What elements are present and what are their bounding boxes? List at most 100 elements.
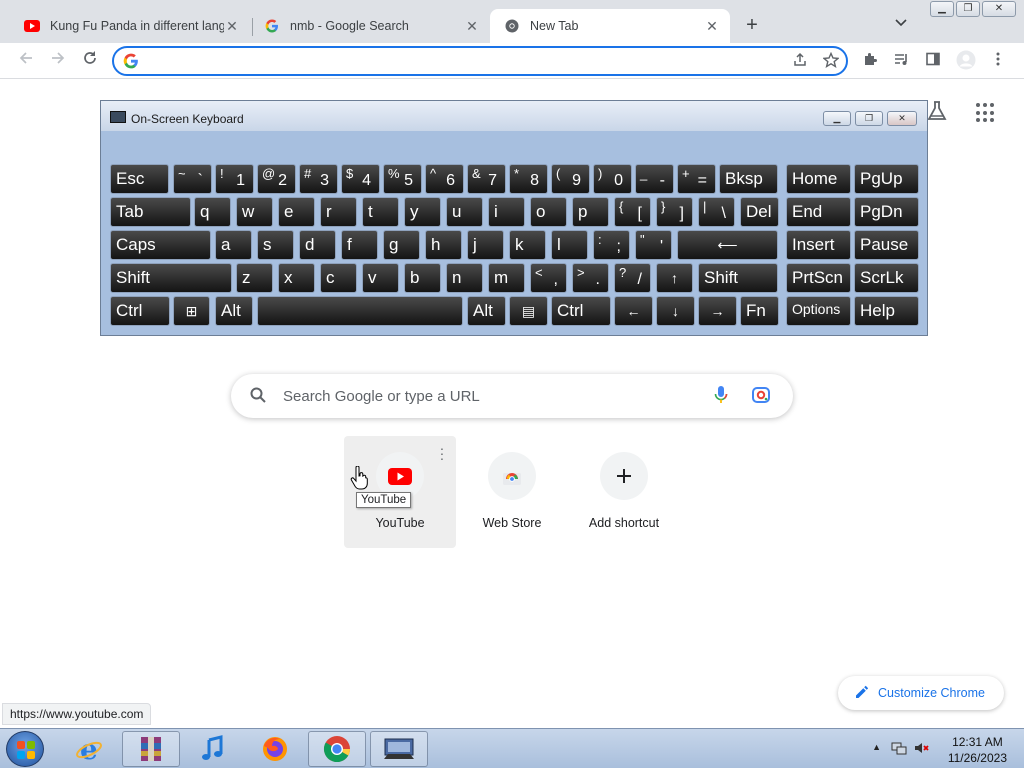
osk-key-p[interactable]: p xyxy=(572,197,609,227)
osk-key-x[interactable]: x xyxy=(278,263,315,293)
osk-key-7[interactable]: & 7 xyxy=(467,164,506,194)
osk-key-6[interactable]: ^ 6 xyxy=(425,164,464,194)
osk-key-9[interactable]: (9 xyxy=(551,164,590,194)
ntp-search-box[interactable]: Search Google or type a URL xyxy=(231,374,793,418)
chrome-menu-icon[interactable] xyxy=(988,51,1008,71)
osk-key-sym-2-12[interactable]: ⟵ xyxy=(677,230,778,260)
new-tab-button[interactable]: + xyxy=(740,14,764,38)
osk-key-sym-4-7[interactable]: ← xyxy=(614,296,653,326)
osk-key-f[interactable]: f xyxy=(341,230,378,260)
osk-restore-icon[interactable]: ❐ xyxy=(855,111,883,126)
google-lens-icon[interactable] xyxy=(751,385,775,408)
tab-search-chevron-icon[interactable] xyxy=(895,16,907,30)
osk-key-r[interactable]: r xyxy=(320,197,357,227)
osk-key-sym-1-13[interactable]: | \ xyxy=(698,197,735,227)
osk-key-home[interactable]: Home xyxy=(786,164,851,194)
osk-key-k[interactable]: k xyxy=(509,230,546,260)
osk-key-help[interactable]: Help xyxy=(854,296,919,326)
osk-key-sym-1-11[interactable]: {[ xyxy=(614,197,651,227)
osk-key-shift[interactable]: Shift xyxy=(698,263,778,293)
osk-key-l[interactable]: l xyxy=(551,230,588,260)
osk-key-h[interactable]: h xyxy=(425,230,462,260)
osk-key-options[interactable]: Options xyxy=(786,296,851,326)
osk-key-insert[interactable]: Insert xyxy=(786,230,851,260)
osk-key-e[interactable]: e xyxy=(278,197,315,227)
close-tab-icon[interactable]: ✕ xyxy=(224,18,240,35)
osk-key-i[interactable]: i xyxy=(488,197,525,227)
shortcut-web-store[interactable]: Web Store xyxy=(456,436,568,548)
osk-key-ctrl[interactable]: Ctrl xyxy=(551,296,611,326)
osk-key-fn[interactable]: Fn xyxy=(740,296,779,326)
osk-key-t[interactable]: t xyxy=(362,197,399,227)
osk-key-8[interactable]: * 8 xyxy=(509,164,548,194)
extensions-puzzle-icon[interactable] xyxy=(860,51,880,71)
osk-key-shift[interactable]: Shift xyxy=(110,263,232,293)
osk-key-5[interactable]: % 5 xyxy=(383,164,422,194)
google-apps-grid-icon[interactable] xyxy=(976,103,996,123)
osk-key-m[interactable]: m xyxy=(488,263,525,293)
back-arrow-icon[interactable] xyxy=(14,49,38,73)
osk-key-end[interactable]: End xyxy=(786,197,851,227)
osk-key-q[interactable]: q xyxy=(194,197,231,227)
osk-key-sym-3-10[interactable]: ? / xyxy=(614,263,651,293)
voice-search-mic-icon[interactable] xyxy=(713,385,737,408)
osk-key-tab[interactable]: Tab xyxy=(110,197,191,227)
osk-key-o[interactable]: o xyxy=(530,197,567,227)
customize-chrome-button[interactable]: Customize Chrome xyxy=(838,676,1004,710)
osk-key-bksp[interactable]: Bksp xyxy=(719,164,778,194)
osk-key-sym-4-9[interactable]: → xyxy=(698,296,737,326)
osk-key-b[interactable]: b xyxy=(404,263,441,293)
internet-explorer-icon[interactable]: e xyxy=(60,731,118,767)
osk-key-ctrl[interactable]: Ctrl xyxy=(110,296,170,326)
address-bar[interactable] xyxy=(112,46,848,76)
osk-key-2[interactable]: @2 xyxy=(257,164,296,194)
osk-key-sym-2-11[interactable]: " ' xyxy=(635,230,672,260)
osk-key-sym-2-10[interactable]: :; xyxy=(593,230,630,260)
osk-key-u[interactable]: u xyxy=(446,197,483,227)
media-queue-icon[interactable] xyxy=(891,51,911,71)
volume-muted-icon[interactable] xyxy=(913,740,929,759)
start-button-windows-icon[interactable] xyxy=(6,731,44,767)
chrome-taskbar-icon[interactable] xyxy=(308,731,366,767)
osk-key-a[interactable]: a xyxy=(215,230,252,260)
osk-title-bar[interactable]: On-Screen Keyboard ▁ ❐ ✕ xyxy=(101,101,927,131)
osk-key-z[interactable]: z xyxy=(236,263,273,293)
forward-arrow-icon[interactable] xyxy=(46,49,70,73)
osk-key-sym-1-12[interactable]: }] xyxy=(656,197,693,227)
osk-key-1[interactable]: ! 1 xyxy=(215,164,254,194)
osk-key-pgdn[interactable]: PgDn xyxy=(854,197,919,227)
reload-icon[interactable] xyxy=(78,49,102,73)
close-tab-icon[interactable]: ✕ xyxy=(704,18,720,35)
osk-key-scrlk[interactable]: ScrLk xyxy=(854,263,919,293)
close-window-icon[interactable]: ✕ xyxy=(982,1,1016,17)
winrar-archive-icon[interactable] xyxy=(122,731,180,767)
osk-key-sym-4-1[interactable]: ⊞ xyxy=(173,296,210,326)
osk-key-space[interactable] xyxy=(257,296,463,326)
osk-key-n[interactable]: n xyxy=(446,263,483,293)
osk-key-alt[interactable]: Alt xyxy=(467,296,506,326)
osk-key-prtscn[interactable]: PrtScn xyxy=(786,263,851,293)
osk-key-g[interactable]: g xyxy=(383,230,420,260)
osk-key-s[interactable]: s xyxy=(257,230,294,260)
osk-key-sym-4-8[interactable]: ↓ xyxy=(656,296,695,326)
osk-key-caps[interactable]: Caps xyxy=(110,230,211,260)
osk-key-sym-4-5[interactable]: ▤ xyxy=(509,296,548,326)
bookmark-star-icon[interactable] xyxy=(822,51,840,72)
osk-key-sym-0-12[interactable]: _ - xyxy=(635,164,674,194)
side-panel-icon[interactable] xyxy=(923,51,943,71)
tab-nmb-search[interactable]: nmb - Google Search ✕ xyxy=(250,9,490,43)
osk-key-v[interactable]: v xyxy=(362,263,399,293)
osk-key-0[interactable]: ) 0 xyxy=(593,164,632,194)
network-icon[interactable] xyxy=(891,740,907,759)
osk-key-sym-0-1[interactable]: ~ ` xyxy=(173,164,212,194)
restore-icon[interactable]: ❐ xyxy=(956,1,980,17)
profile-avatar-icon[interactable] xyxy=(956,50,976,74)
firefox-icon[interactable] xyxy=(246,731,304,767)
osk-key-pause[interactable]: Pause xyxy=(854,230,919,260)
osk-key-y[interactable]: y xyxy=(404,197,441,227)
shortcut-more-menu-icon[interactable]: · · · xyxy=(438,441,446,465)
music-note-icon[interactable] xyxy=(184,731,242,767)
osk-key-c[interactable]: c xyxy=(320,263,357,293)
osk-key-sym-3-8[interactable]: <, xyxy=(530,263,567,293)
osk-minimize-icon[interactable]: ▁ xyxy=(823,111,851,126)
